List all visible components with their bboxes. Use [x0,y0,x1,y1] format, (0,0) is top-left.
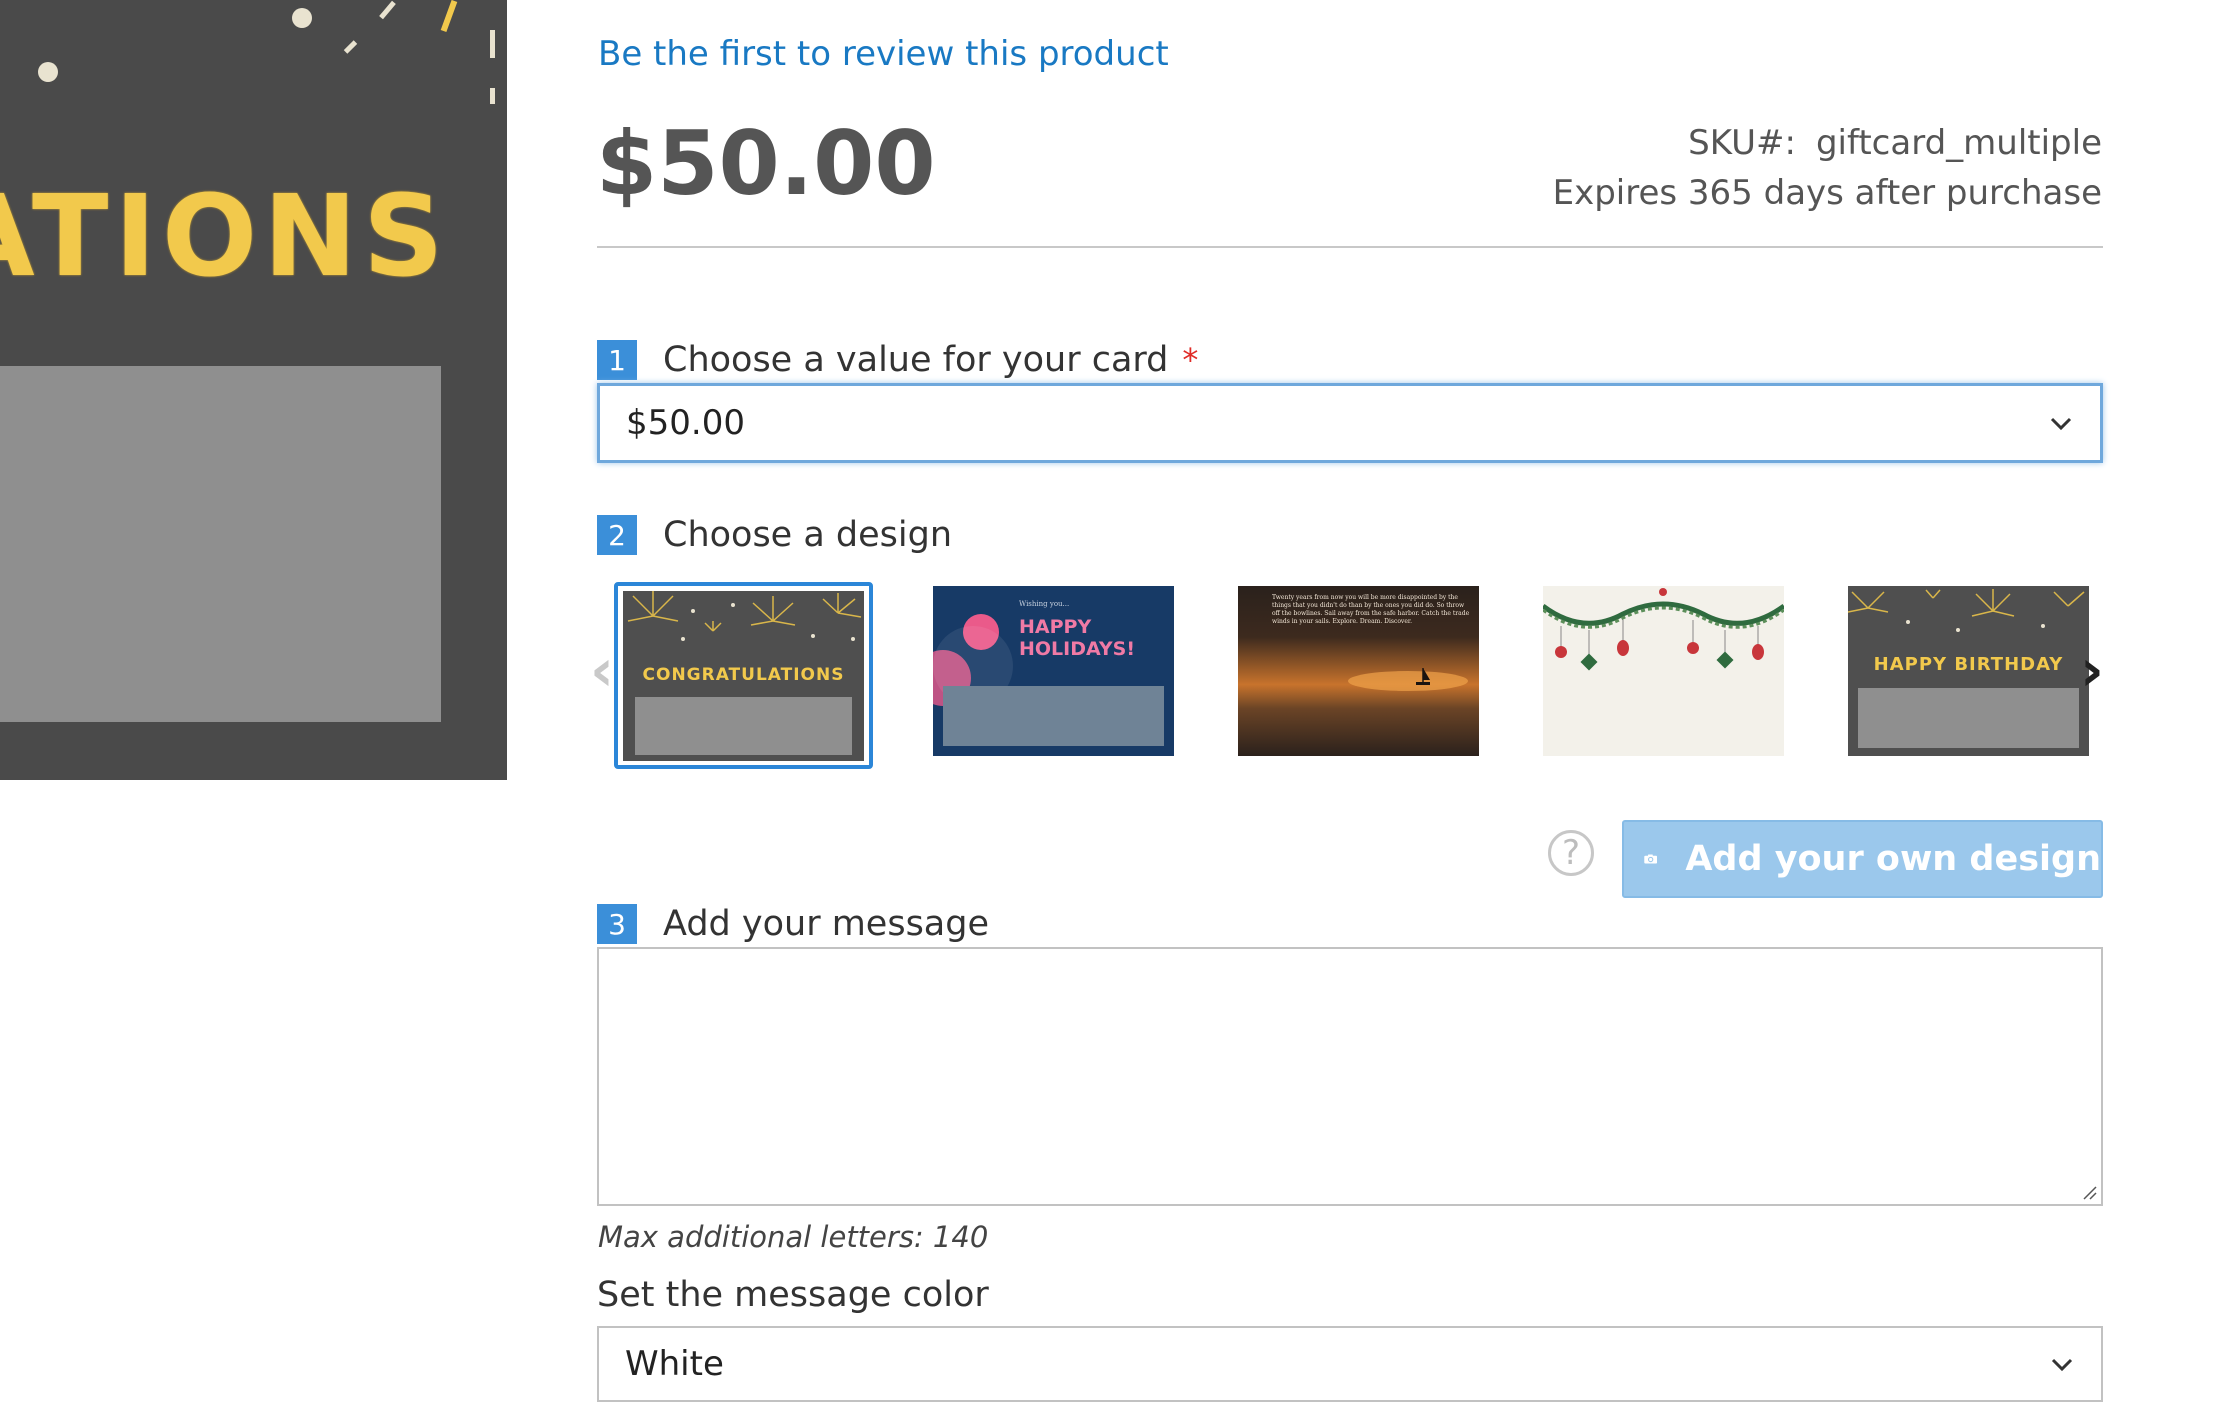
design-thumb-holiday-garland[interactable] [1543,586,1784,756]
price-divider [597,246,2103,248]
design-thumb-happy-holidays[interactable]: Wishing you... HAPPY HOLIDAYS! [933,586,1174,756]
chevron-down-icon [2051,1358,2073,1372]
design-thumb-subtext: Wishing you... [1019,600,1070,608]
preview-headline: ATIONS [0,172,450,302]
product-meta: SKU#: giftcard_multiple Expires 365 days … [1553,118,2102,218]
design-thumb-text: HAPPY HOLIDAYS! [1019,616,1135,660]
design-thumb-sunset-quote[interactable]: Twenty years from now you will be more d… [1238,586,1479,756]
step-1-badge: 1 [597,340,637,380]
card-value-selected: $50.00 [626,403,745,443]
card-value-select[interactable]: $50.00 [597,383,2103,463]
sparkle-stroke [490,30,495,58]
step-1-label: Choose a value for your card [663,340,1169,380]
message-color-selected: White [625,1344,724,1384]
preview-message-area [0,366,441,722]
add-own-design-label: Add your own design [1685,839,2101,879]
design-thumb-congratulations[interactable]: CONGRATULATIONS [623,591,864,761]
step-3-badge: 3 [597,904,637,944]
step-2-label: Choose a design [663,515,953,555]
step-1-heading: 1 Choose a value for your card * [597,340,1198,380]
sparkle-stroke [343,40,358,54]
sparkle-stroke [379,0,396,20]
max-letters-hint: Max additional letters: 140 [598,1220,989,1254]
sku-value: giftcard_multiple [1815,123,2102,163]
sku-label: SKU#: [1688,123,1796,163]
chevron-down-icon [2050,417,2072,431]
sparkle-dot [292,8,312,28]
camera-icon [1644,854,1658,864]
chevron-right-icon[interactable]: › [2080,640,2104,700]
chevron-left-icon[interactable]: ‹ [590,640,614,700]
help-icon[interactable]: ? [1548,830,1594,876]
message-color-select[interactable]: White [597,1326,2103,1402]
review-link[interactable]: Be the first to review this product [598,34,1169,74]
required-marker: * [1182,341,1199,379]
sparkle-stroke [440,0,458,33]
message-color-label: Set the message color [597,1275,989,1315]
sparkle-dot [38,62,58,82]
step-3-heading: 3 Add your message [597,904,989,944]
resize-grip-icon[interactable] [2080,1183,2098,1201]
step-3-label: Add your message [663,904,990,944]
add-own-design-button[interactable]: Add your own design [1622,820,2103,898]
message-textarea[interactable] [597,947,2103,1206]
step-2-heading: 2 Choose a design [597,515,952,555]
step-2-badge: 2 [597,515,637,555]
sparkle-stroke [490,88,495,104]
design-thumb-text: HAPPY BIRTHDAY [1873,654,2064,675]
expiry-text: Expires 365 days after purchase [1552,173,2102,213]
sku-line: SKU#: giftcard_multiple [1553,118,2102,168]
garland-icon [1543,588,1784,671]
bokeh-decoration [933,614,1164,746]
design-thumb-text: Twenty years from now you will be more d… [1272,594,1470,625]
product-price: $50.00 [596,112,936,215]
design-thumb-happy-birthday[interactable]: HAPPY BIRTHDAY [1848,586,2089,756]
design-thumb-text: CONGRATULATIONS [642,665,845,685]
card-preview: ATIONS [0,0,507,780]
